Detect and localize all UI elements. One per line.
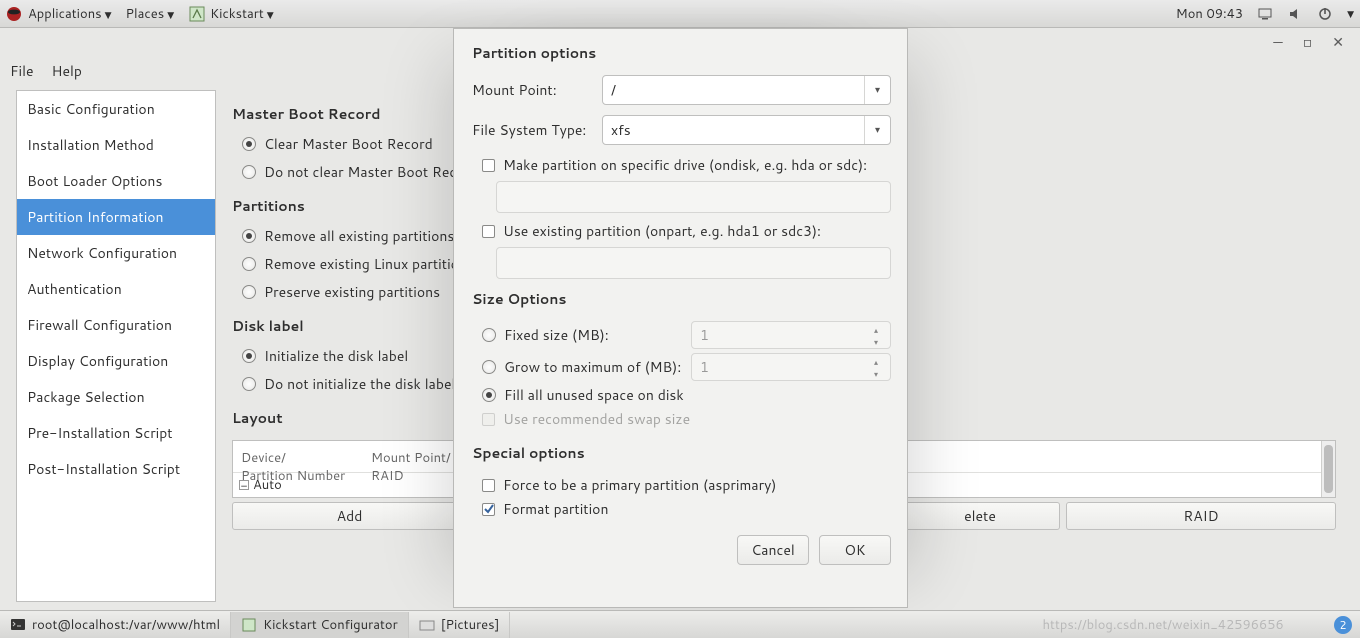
radio-icon — [482, 328, 496, 342]
radio-icon — [482, 388, 496, 402]
mount-point-combo[interactable]: /▾ — [602, 75, 891, 105]
ondisk-check[interactable]: Make partition on specific drive (ondisk… — [482, 155, 891, 175]
radio-icon — [242, 229, 256, 243]
task-terminal[interactable]: root@localhost:/var/www/html — [0, 612, 231, 638]
task-kickstart[interactable]: Kickstart Configurator — [231, 612, 409, 638]
overview-button[interactable]: 2 — [1334, 616, 1352, 634]
col-device: Device/Partition Number — [233, 441, 363, 472]
sidebar-item-boot-loader-options[interactable]: Boot Loader Options — [17, 163, 215, 199]
cancel-button[interactable]: Cancel — [737, 535, 809, 565]
sidebar-item-installation-method[interactable]: Installation Method — [17, 127, 215, 163]
sidebar-item-authentication[interactable]: Authentication — [17, 271, 215, 307]
sidebar-item-package-selection[interactable]: Package Selection — [17, 379, 215, 415]
volume-icon[interactable] — [1287, 6, 1303, 22]
taskbar: root@localhost:/var/www/html Kickstart C… — [0, 610, 1360, 638]
task-pictures[interactable]: [Pictures] — [409, 612, 511, 638]
radio-fill-unused[interactable]: Fill all unused space on disk — [482, 385, 891, 405]
expand-icon[interactable]: − — [239, 480, 249, 490]
checkbox-icon — [482, 159, 495, 172]
folder-icon — [419, 617, 435, 633]
window-close-button[interactable]: ✕ — [1332, 32, 1344, 52]
radio-icon — [242, 377, 256, 391]
power-menu-arrow-icon[interactable]: ▼ — [1347, 7, 1354, 20]
menu-places[interactable]: Places▼ — [126, 5, 175, 23]
table-scrollbar[interactable] — [1321, 441, 1335, 497]
mount-point-label: Mount Point: — [472, 80, 602, 100]
radio-icon — [242, 137, 256, 151]
onpart-check[interactable]: Use existing partition (onpart, e.g. hda… — [482, 221, 891, 241]
spin-down-icon[interactable]: ▾ — [874, 368, 888, 380]
checkbox-icon — [482, 413, 495, 426]
add-button[interactable]: Add — [232, 502, 467, 530]
special-options-title: Special options — [472, 443, 891, 463]
checkbox-icon — [482, 503, 495, 516]
grow-size-spin[interactable]: 1▴▾ — [691, 353, 891, 381]
radio-icon — [242, 165, 256, 179]
radio-icon — [242, 349, 256, 363]
radio-fixed-size[interactable]: Fixed size (MB): 1▴▾ — [482, 321, 891, 349]
kickstart-icon — [241, 617, 257, 633]
filesystem-combo[interactable]: xfs▾ — [602, 115, 891, 145]
sidebar-item-network-configuration[interactable]: Network Configuration — [17, 235, 215, 271]
sidebar-item-partition-information[interactable]: Partition Information — [17, 199, 215, 235]
top-panel: Applications▼ Places▼ Kickstart▼ Mon 09:… — [0, 0, 1360, 28]
checkbox-icon — [482, 479, 495, 492]
chevron-down-icon: ▾ — [864, 76, 890, 104]
kickstart-app-icon — [188, 5, 206, 23]
sidebar-item-display-configuration[interactable]: Display Configuration — [17, 343, 215, 379]
sidebar-item-basic-configuration[interactable]: Basic Configuration — [17, 91, 215, 127]
spin-up-icon[interactable]: ▴ — [874, 356, 888, 368]
asprimary-check[interactable]: Force to be a primary partition (asprima… — [482, 475, 891, 495]
menu-file[interactable]: File — [10, 61, 34, 81]
menu-kickstart[interactable]: Kickstart▼ — [210, 5, 274, 23]
fixed-size-spin[interactable]: 1▴▾ — [691, 321, 891, 349]
delete-button[interactable]: elete — [900, 502, 1060, 530]
window-minimize-button[interactable]: — — [1273, 32, 1282, 52]
dialog-title: Partition options — [472, 43, 891, 63]
ondisk-input[interactable] — [496, 181, 891, 213]
filesystem-label: File System Type: — [472, 120, 602, 140]
chevron-down-icon: ▾ — [864, 116, 890, 144]
watermark-text: https://blog.csdn.net/weixin_42596656 — [1042, 616, 1289, 634]
swap-check: Use recommended swap size — [482, 409, 891, 429]
power-icon[interactable] — [1317, 6, 1333, 22]
sidebar-item-firewall-configuration[interactable]: Firewall Configuration — [17, 307, 215, 343]
sidebar: Basic Configuration Installation Method … — [16, 90, 216, 602]
menu-applications[interactable]: Applications▼ — [28, 5, 112, 23]
spin-up-icon[interactable]: ▴ — [874, 324, 888, 336]
size-options-title: Size Options — [472, 289, 891, 309]
onpart-input[interactable] — [496, 247, 891, 279]
window-maximize-button[interactable]: ▫ — [1303, 32, 1313, 52]
col-mountpoint: Mount Point/RAID — [363, 441, 459, 472]
terminal-icon — [10, 617, 26, 633]
ok-button[interactable]: OK — [819, 535, 891, 565]
partition-options-dialog: Partition options Mount Point: /▾ File S… — [453, 28, 908, 608]
raid-button[interactable]: RAID — [1066, 502, 1336, 530]
screen-icon[interactable] — [1257, 6, 1273, 22]
checkbox-icon — [482, 225, 495, 238]
radio-icon — [242, 285, 256, 299]
clock[interactable]: Mon 09:43 — [1176, 5, 1243, 23]
radio-grow-max[interactable]: Grow to maximum of (MB): 1▴▾ — [482, 353, 891, 381]
sidebar-item-pre-installation-script[interactable]: Pre-Installation Script — [17, 415, 215, 451]
fedora-icon — [6, 6, 22, 22]
spin-down-icon[interactable]: ▾ — [874, 336, 888, 348]
sidebar-item-post-installation-script[interactable]: Post-Installation Script — [17, 451, 215, 487]
menu-help[interactable]: Help — [52, 61, 82, 81]
radio-icon — [242, 257, 256, 271]
format-check[interactable]: Format partition — [482, 499, 891, 519]
radio-icon — [482, 360, 496, 374]
